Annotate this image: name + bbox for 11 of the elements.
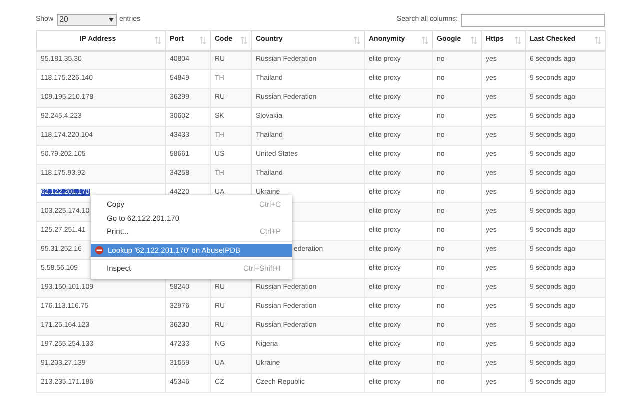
sort-icon — [471, 36, 477, 44]
sort-icon — [155, 36, 161, 44]
entries-select[interactable]: 20 — [56, 14, 117, 26]
sort-icon — [422, 36, 428, 44]
sort-icon — [200, 36, 206, 44]
sort-icon — [354, 36, 360, 44]
sort-icon — [241, 36, 247, 44]
caret-icon — [108, 18, 114, 22]
sort-icon — [515, 36, 521, 44]
search-field[interactable] — [461, 14, 605, 26]
sort-icon — [595, 36, 601, 44]
